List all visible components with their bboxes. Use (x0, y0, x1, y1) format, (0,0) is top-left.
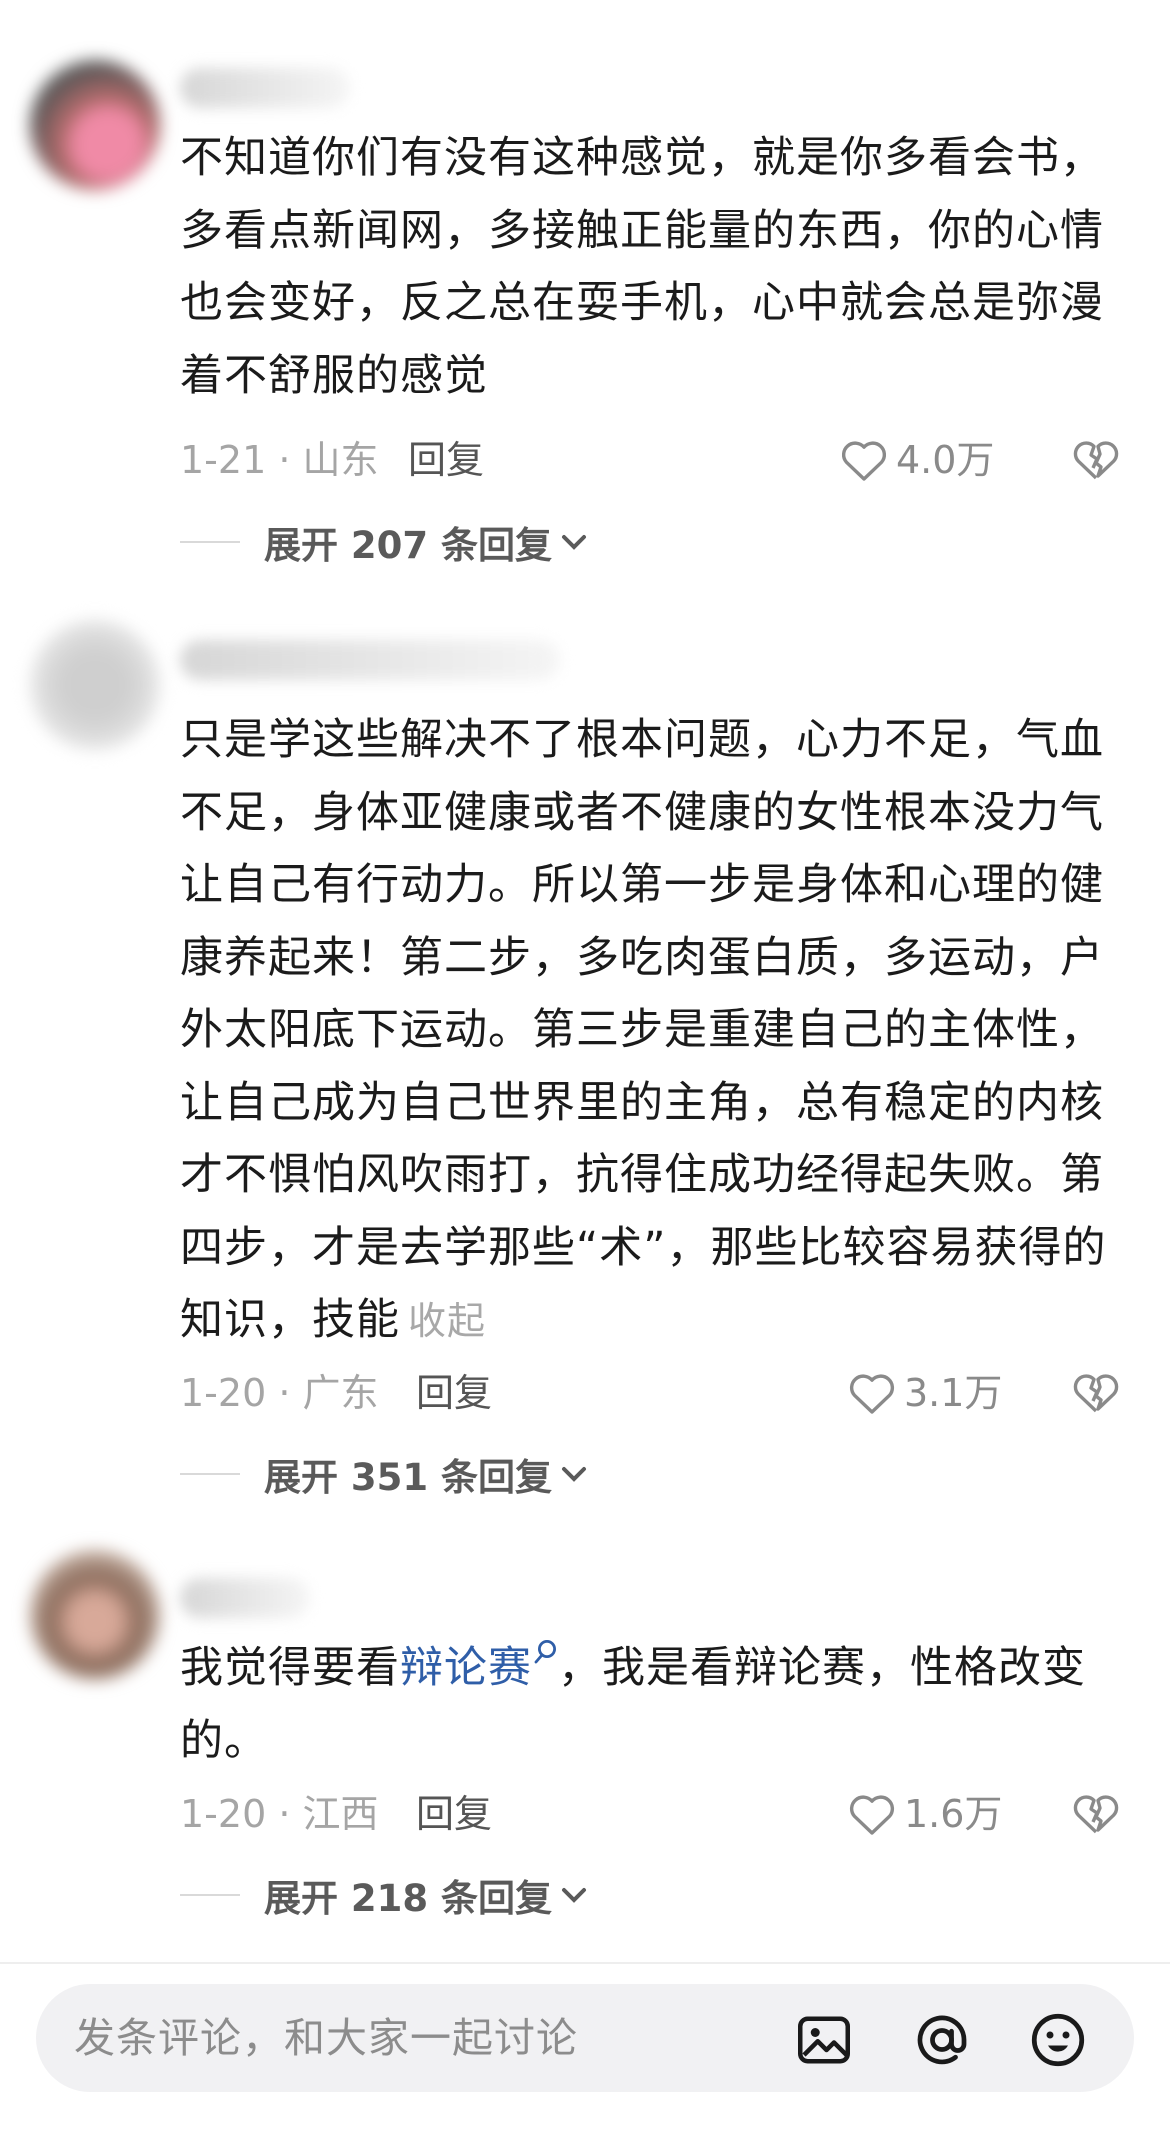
expand-replies[interactable]: 展开 218 条回复 (180, 1865, 588, 1925)
comment-date-location: 1-21 · 山东 (180, 438, 379, 482)
username-blurred[interactable] (180, 1578, 310, 1618)
avatar[interactable] (30, 1550, 160, 1680)
emoji-icon[interactable] (1028, 2010, 1088, 2070)
expand-replies-label: 展开 351 条回复 (264, 1456, 552, 1499)
divider (180, 1473, 240, 1475)
broken-heart-icon (1073, 1374, 1119, 1413)
comment-text: 只是学这些解决不了根本问题，心力不足，气血不足，身体亚健康或者不健康的女性根本没… (180, 704, 1120, 1358)
collapse-button[interactable]: 收起 (408, 1299, 486, 1343)
reply-button[interactable]: 回复 (408, 430, 484, 490)
heart-outline-icon (841, 441, 887, 481)
comment-text-body: 只是学这些解决不了根本问题，心力不足，气血不足，身体亚健康或者不健康的女性根本没… (180, 715, 1107, 1345)
comment-text-before: 我觉得要看 (180, 1643, 400, 1693)
comment-meta: 1-21 · 山东 回复 4.0万 (180, 430, 1120, 490)
expand-replies-label: 展开 218 条回复 (264, 1877, 552, 1920)
like-count: 4.0万 (896, 438, 995, 482)
search-icon (534, 1640, 556, 1664)
like-count: 1.6万 (904, 1792, 1003, 1836)
comment-text: 我觉得要看辩论赛 ，我是看辩论赛，性格改变的。 (180, 1632, 1120, 1777)
expand-replies[interactable]: 展开 351 条回复 (180, 1444, 588, 1504)
comment-input-placeholder: 发条评论，和大家一起讨论 (74, 2014, 578, 2062)
comment-date-location: 1-20 · 江西 (180, 1792, 379, 1836)
heart-outline-icon (849, 1795, 895, 1835)
comment-date-location: 1-20 · 广东 (180, 1371, 379, 1415)
comment-meta: 1-20 · 广东 回复 3.1万 (180, 1363, 1120, 1423)
comment-input[interactable]: 发条评论，和大家一起讨论 (36, 1984, 1134, 2092)
like-count: 3.1万 (904, 1371, 1003, 1415)
expand-replies-label: 展开 207 条回复 (264, 524, 552, 567)
divider (180, 541, 240, 543)
reply-button[interactable]: 回复 (416, 1363, 492, 1423)
heart-outline-icon (849, 1374, 895, 1414)
chevron-down-icon (562, 1888, 586, 1903)
at-icon[interactable] (912, 2010, 972, 2070)
chevron-down-icon (562, 535, 586, 550)
comment-meta: 1-20 · 江西 回复 1.6万 (180, 1784, 1120, 1844)
avatar[interactable] (30, 60, 160, 190)
username-blurred[interactable] (180, 68, 350, 108)
dislike-button[interactable] (1072, 1369, 1120, 1432)
like-button[interactable]: 1.6万 (848, 1784, 1002, 1844)
chevron-down-icon (562, 1467, 586, 1482)
reply-button[interactable]: 回复 (416, 1784, 492, 1844)
dislike-button[interactable] (1072, 1790, 1120, 1853)
avatar[interactable] (30, 620, 160, 750)
divider (180, 1894, 240, 1896)
broken-heart-icon (1073, 441, 1119, 480)
like-button[interactable]: 4.0万 (840, 430, 994, 490)
search-link[interactable]: 辩论赛 (400, 1643, 532, 1693)
image-icon[interactable] (794, 2010, 854, 2070)
comment-input-bar: 发条评论，和大家一起讨论 (0, 1962, 1170, 2144)
dislike-button[interactable] (1072, 436, 1120, 499)
broken-heart-icon (1073, 1795, 1119, 1834)
like-button[interactable]: 3.1万 (848, 1363, 1002, 1423)
expand-replies[interactable]: 展开 207 条回复 (180, 512, 588, 572)
username-blurred[interactable] (180, 640, 560, 680)
comment-text: 不知道你们有没有这种感觉，就是你多看会书，多看点新闻网，多接触正能量的东西，你的… (180, 133, 1104, 401)
